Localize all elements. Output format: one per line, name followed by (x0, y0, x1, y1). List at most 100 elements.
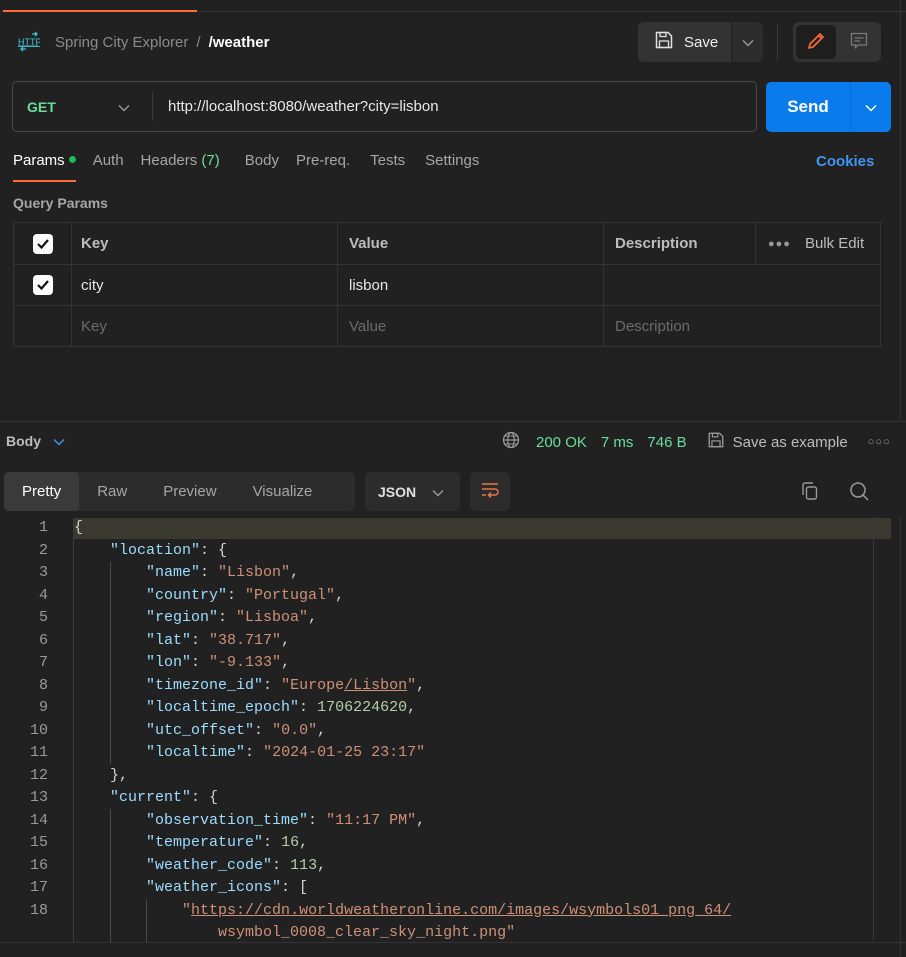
select-all-checkbox[interactable] (32, 233, 53, 254)
current-line-highlight (73, 518, 891, 539)
more-options-icon[interactable]: ○○○ (868, 436, 891, 448)
request-tabs: Params Auth Headers (7) Body Pre-req. Te… (13, 152, 496, 182)
tab-label: Params (13, 152, 65, 169)
response-body-editor[interactable]: 1{ 2 "location": { 3 "name": "Lisbon", 4… (0, 517, 906, 957)
line-number: 13 (29, 789, 48, 806)
line-number: 7 (38, 654, 48, 671)
line-number: 16 (29, 856, 48, 874)
tab-params[interactable]: Params (13, 152, 76, 182)
tab-auth[interactable]: Auth (93, 152, 124, 181)
column-description: Description (604, 223, 756, 264)
save-as-example-button[interactable]: Save as example (707, 431, 848, 453)
save-options-button[interactable] (732, 22, 763, 62)
word-wrap-button[interactable] (470, 472, 510, 511)
tab-pre-request[interactable]: Pre-req. (296, 152, 350, 181)
format-select[interactable]: JSON (365, 472, 460, 511)
description-input[interactable]: Description (604, 306, 880, 347)
response-section-label: Body (6, 433, 41, 449)
tab-headers[interactable]: Headers (7) (141, 152, 220, 181)
line-number: 11 (29, 744, 48, 761)
save-button[interactable]: Save (638, 22, 731, 62)
active-tab-indicator[interactable] (3, 10, 197, 12)
word-wrap-icon (480, 481, 500, 502)
comments-button[interactable] (840, 25, 878, 59)
line-number: 17 (29, 879, 48, 896)
pencil-icon (806, 31, 826, 54)
line-number: 15 (29, 834, 48, 851)
chevron-down-icon (865, 99, 877, 115)
row-checkbox[interactable] (32, 275, 53, 295)
format-label: JSON (378, 483, 417, 500)
view-tab-pretty[interactable]: Pretty (4, 472, 80, 511)
view-tab-preview[interactable]: Preview (145, 472, 234, 511)
line-number: 3 (38, 564, 48, 581)
breadcrumb-collection[interactable]: Spring City Explorer (55, 34, 188, 51)
bulk-edit-button[interactable]: Bulk Edit (805, 235, 864, 252)
tab-label: Tests (370, 152, 406, 169)
editor-bottom-border (0, 942, 906, 943)
floppy-disk-icon (707, 431, 725, 453)
row-check-cell (14, 306, 72, 347)
pane-divider[interactable] (0, 421, 906, 422)
line-number: 10 (29, 721, 48, 739)
line-number: 14 (29, 811, 48, 829)
tab-strip (0, 0, 906, 12)
save-as-example-label: Save as example (732, 433, 848, 451)
view-tab-visualize[interactable]: Visualize (235, 472, 331, 511)
params-active-dot (68, 155, 76, 163)
status-code[interactable]: 200 OK (536, 434, 587, 451)
response-time[interactable]: 7 ms (601, 434, 634, 451)
tab-label: Headers (140, 152, 198, 169)
tab-label: Body (244, 152, 279, 169)
comment-icon (849, 31, 869, 54)
search-button[interactable] (848, 480, 872, 504)
column-key: Key (72, 223, 338, 264)
copy-button[interactable] (799, 480, 823, 504)
timezone-link[interactable]: /Lisbon (344, 677, 407, 694)
tab-body[interactable]: Body (245, 152, 279, 181)
breadcrumb-separator: / (196, 34, 201, 51)
weather-icon-link[interactable]: https://cdn.worldweatheronline.com/image… (191, 902, 731, 919)
param-description[interactable] (604, 265, 880, 305)
line-number: 6 (38, 631, 48, 649)
http-icon: HTTP (18, 31, 42, 53)
cookies-link[interactable]: Cookies (816, 153, 874, 170)
globe-icon[interactable] (502, 431, 520, 453)
edit-mode-button[interactable] (796, 25, 836, 59)
method-select[interactable]: GET (27, 99, 56, 115)
send-options-button[interactable] (851, 82, 891, 132)
tab-label: Auth (92, 152, 124, 169)
response-size[interactable]: 746 B (647, 434, 686, 451)
send-button[interactable]: Send (766, 82, 850, 132)
row-check-cell (14, 265, 72, 305)
view-tab-raw[interactable]: Raw (79, 472, 145, 511)
table-header: Key Value Description ●●● Bulk Edit (14, 223, 880, 265)
chevron-down-icon (53, 433, 65, 449)
chevron-down-icon (432, 484, 444, 500)
tab-settings[interactable]: Settings (425, 152, 479, 181)
param-value[interactable]: lisbon (338, 265, 604, 305)
line-number: 9 (38, 699, 48, 716)
chevron-down-icon[interactable] (118, 99, 130, 115)
response-view-tabs: Pretty Raw Preview Visualize (4, 472, 355, 511)
param-key[interactable]: city (72, 265, 338, 305)
divider (777, 24, 778, 60)
query-params-title: Query Params (13, 195, 108, 211)
floppy-disk-icon (654, 30, 674, 54)
more-options-icon[interactable]: ●●● (768, 238, 791, 250)
select-all-cell (14, 223, 72, 264)
tab-label: Pre-req. (295, 152, 351, 169)
editor-ruler (873, 517, 874, 940)
url-input[interactable] (168, 82, 748, 131)
value-input[interactable]: Value (338, 306, 604, 347)
tab-tests[interactable]: Tests (370, 152, 405, 181)
response-body-dropdown[interactable]: Body (6, 433, 65, 449)
breadcrumb: Spring City Explorer / /weather (55, 34, 269, 51)
key-input[interactable]: Key (72, 306, 338, 347)
request-name[interactable]: /weather (209, 34, 270, 51)
copy-icon (799, 482, 821, 505)
url-bar: GET (12, 81, 757, 132)
scrollbar-track[interactable] (900, 517, 901, 957)
send-group: Send (766, 82, 891, 132)
line-number: 18 (29, 901, 48, 919)
